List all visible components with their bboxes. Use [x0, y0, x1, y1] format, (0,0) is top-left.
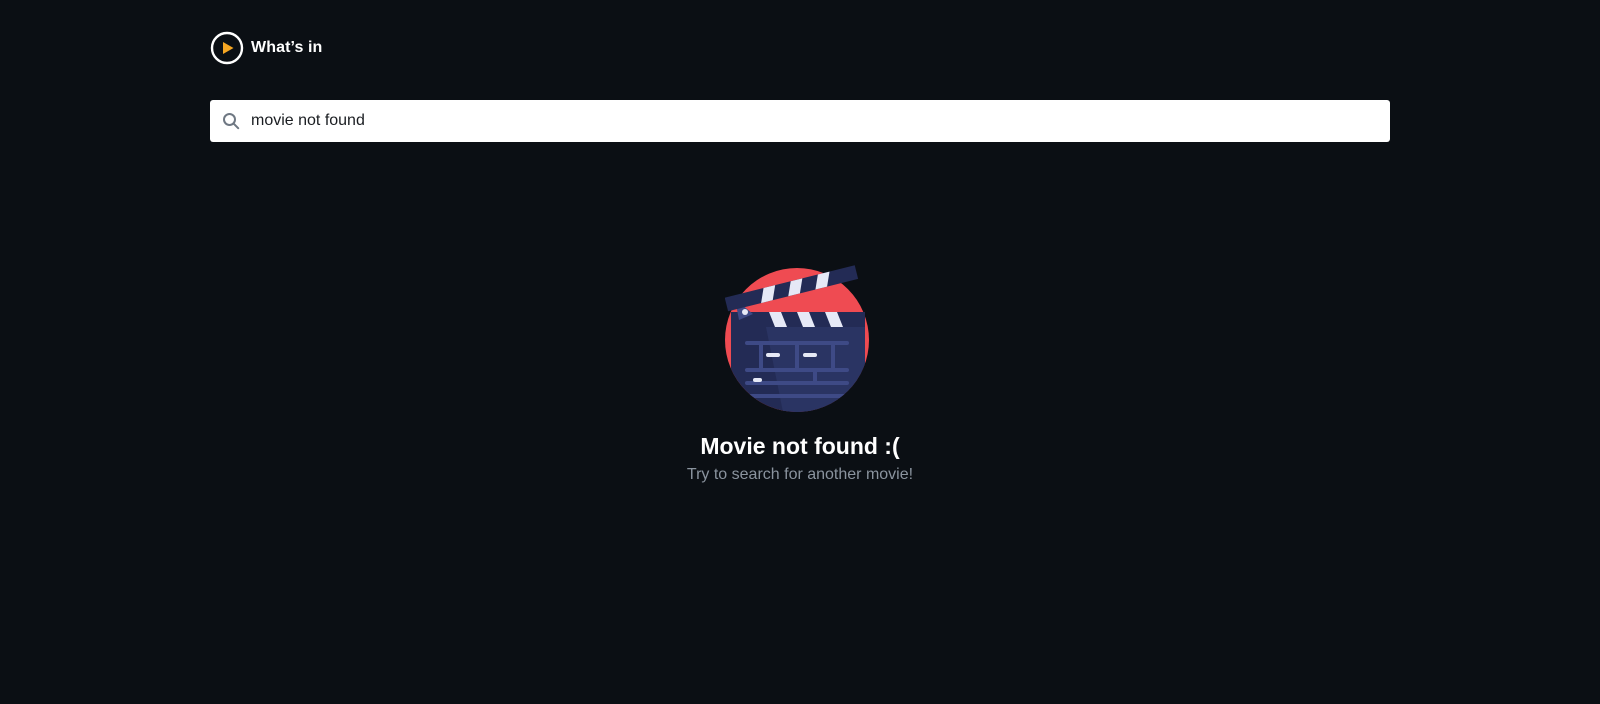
clapperboard-icon: [725, 265, 869, 412]
page: What’s in movie not found Movie not foun…: [0, 0, 1600, 704]
search-input[interactable]: [251, 100, 1390, 142]
search-bar[interactable]: [210, 100, 1390, 142]
play-circle-icon: [210, 31, 244, 65]
empty-state-title: Movie not found :(: [700, 433, 900, 459]
logo-text: What’s in: [251, 39, 323, 56]
empty-state: Movie not found :( Try to search for ano…: [0, 264, 1600, 485]
app-logo[interactable]: What’s in: [210, 31, 322, 65]
empty-state-subtitle: Try to search for another movie!: [686, 466, 914, 483]
search-icon: [223, 113, 240, 130]
